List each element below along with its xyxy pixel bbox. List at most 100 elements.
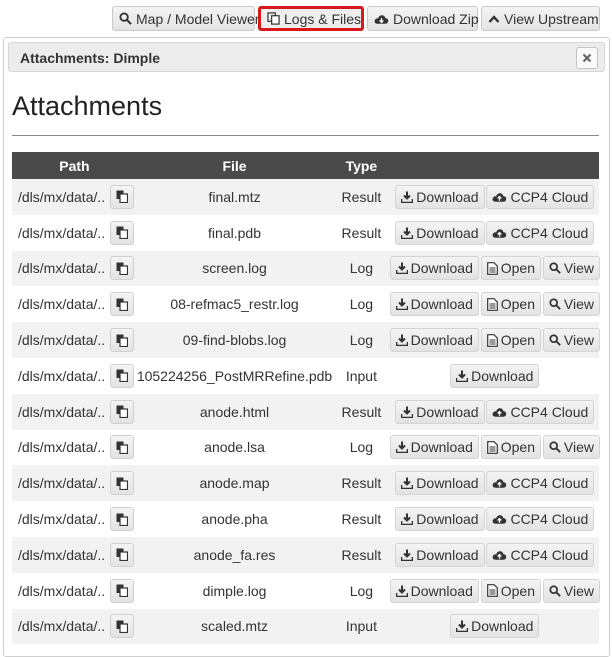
view-button-label: View [563,582,594,599]
view-button-label: View [563,260,594,277]
table-row: /dls/mx/data/... 08-refmac5_restr.log Log D… [12,286,600,323]
path-cell: /dls/mx/data/... [12,429,137,466]
copy-path-button[interactable] [110,471,134,496]
download-icon [395,262,408,275]
open-button[interactable]: Open [480,578,541,603]
column-header-type: Type [332,152,391,179]
table-row: /dls/mx/data/... final.pdb Result Download … [12,214,599,251]
copy-path-button[interactable] [110,435,134,460]
view-button[interactable]: View [542,435,600,460]
download-button[interactable]: Download [389,256,479,281]
type-cell: Result [332,214,391,251]
view-button[interactable]: View [542,578,600,603]
type-cell: Input [332,357,391,394]
download-button-label: Download [471,618,534,635]
path-text: /dls/mx/data/... [18,582,106,599]
type-cell: Result [332,393,391,430]
download-icon [401,227,414,239]
open-button-label: Open [500,439,535,456]
close-button[interactable] [576,47,598,69]
copy-path-button[interactable] [110,507,134,532]
attachments-table: Path File Type /dls/mx/data/... final.mtz… [12,152,600,645]
download-icon [395,334,408,347]
table-row: /dls/mx/data/... anode.map Result Download … [12,465,599,502]
path-text: /dls/mx/data/... [18,618,106,635]
download-button-label: Download [416,511,479,528]
table-header-row: Path File Type [12,152,599,179]
open-button[interactable]: Open [480,256,541,281]
copy-path-button[interactable] [110,399,134,424]
copy-path-button[interactable] [110,292,134,317]
path-cell: /dls/mx/data/... [12,286,137,323]
copy-path-button[interactable] [110,184,134,209]
search-icon [549,585,561,597]
path-text: /dls/mx/data/... [18,224,106,241]
table-row: /dls/mx/data/... anode.lsa Log Download Ope… [12,429,600,466]
ccp4-cloud-button[interactable]: CCP4 Cloud [486,542,595,567]
download-button[interactable]: Download [389,435,479,460]
file-cell: anode.html [136,393,333,430]
download-button[interactable]: Download [395,542,485,567]
file-cell: 09-find-blobs.log [136,322,333,358]
ccp4-cloud-button-label: CCP4 Cloud [510,546,589,563]
download-button[interactable]: Download [395,471,485,496]
download-button[interactable]: Download [395,220,485,245]
download-button[interactable]: Download [450,363,540,388]
table-row: /dls/mx/data/... anode_fa.res Result Downlo… [12,536,599,573]
view-button[interactable]: View [542,292,600,317]
clipboard-icon [116,369,128,383]
ccp4-cloud-button[interactable]: CCP4 Cloud [486,184,595,209]
path-text: /dls/mx/data/... [18,511,106,528]
view-upstream-button[interactable]: View Upstream [481,6,600,31]
copy-path-button[interactable] [110,363,134,388]
column-header-path: Path [12,152,137,179]
copy-path-button[interactable] [110,220,134,245]
actions-cell: Download CCP4 Cloud [390,214,599,251]
open-button-label: Open [500,582,535,599]
clipboard-icon [116,298,128,311]
open-button[interactable]: Open [480,435,541,460]
view-button[interactable]: View [542,256,600,281]
download-button[interactable]: Download [389,578,479,603]
file-cell: anode.pha [136,501,333,537]
ccp4-cloud-button[interactable]: CCP4 Cloud [486,507,595,532]
path-cell: /dls/mx/data/... [12,179,137,215]
path-cell: /dls/mx/data/... [12,393,137,430]
cloud-upload-icon [493,193,507,202]
open-button[interactable]: Open [480,292,541,317]
copy-path-button[interactable] [110,328,134,353]
copy-path-button[interactable] [110,542,134,567]
download-button-label: Download [410,439,473,456]
download-button[interactable]: Download [450,614,540,639]
download-button[interactable]: Download [395,399,485,424]
download-icon [401,191,414,203]
open-button[interactable]: Open [480,328,541,353]
logs-files-button[interactable]: Logs & Files [258,6,364,31]
download-button-label: Download [416,188,479,205]
view-button[interactable]: View [542,328,600,353]
table-row: /dls/mx/data/... anode.pha Result Download … [12,501,599,537]
view-button-label: View [563,296,594,313]
map-model-viewer-button[interactable]: Map / Model Viewer [112,6,259,31]
clipboard-icon [116,226,128,240]
copy-path-button[interactable] [110,256,134,281]
download-button[interactable]: Download [389,328,479,353]
ccp4-cloud-button[interactable]: CCP4 Cloud [486,471,595,496]
download-zip-button[interactable]: Download Zip [367,6,479,31]
type-cell: Result [332,536,391,573]
download-button[interactable]: Download [395,184,485,209]
actions-cell: Download CCP4 Cloud [390,179,599,215]
ccp4-cloud-button-label: CCP4 Cloud [510,188,589,205]
download-button[interactable]: Download [389,292,479,317]
copy-path-button[interactable] [110,578,134,603]
ccp4-cloud-button[interactable]: CCP4 Cloud [486,220,595,245]
path-text: /dls/mx/data/... [18,403,106,420]
download-button[interactable]: Download [395,507,485,532]
ccp4-cloud-button[interactable]: CCP4 Cloud [486,399,595,424]
path-cell: /dls/mx/data/... [12,536,137,573]
type-cell: Log [332,286,391,323]
clipboard-icon [116,262,128,275]
copy-path-button[interactable] [110,614,134,639]
path-text: /dls/mx/data/... [18,332,106,349]
search-icon [119,12,132,25]
